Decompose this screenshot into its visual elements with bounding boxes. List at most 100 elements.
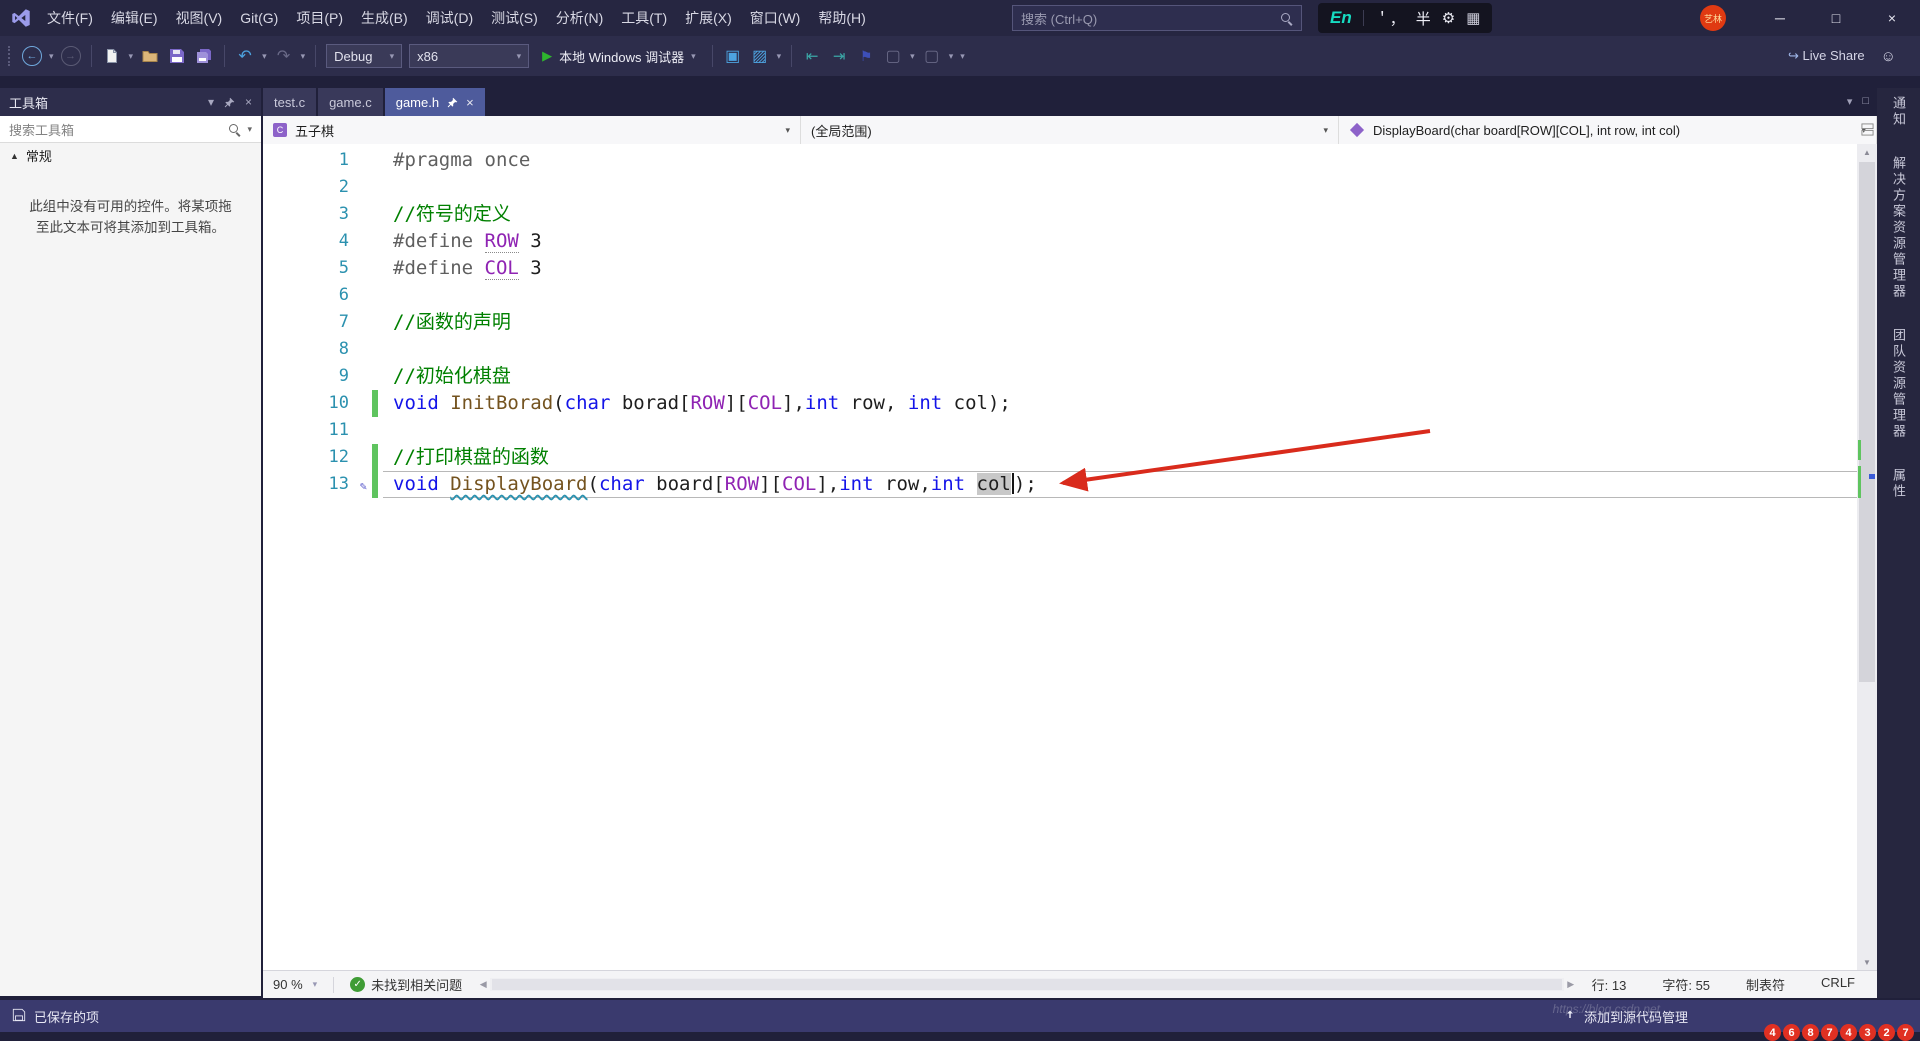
code-text[interactable]: void DisplayBoard(char board[ROW][COL],i… bbox=[383, 471, 1857, 498]
live-share-button[interactable]: ↪ Live Share bbox=[1788, 48, 1865, 64]
menu-item-3[interactable]: 视图(V) bbox=[167, 0, 232, 36]
line-number[interactable]: 5 bbox=[263, 255, 367, 282]
chevron-down-icon[interactable]: ▾ bbox=[301, 51, 306, 62]
problems-status[interactable]: 未找到相关问题 bbox=[371, 975, 462, 994]
step-into-icon[interactable]: ▢ bbox=[922, 46, 942, 66]
code-text[interactable]: //打印棋盘的函数 bbox=[383, 444, 1857, 471]
code-line-4[interactable]: 4 #define ROW 3 bbox=[263, 228, 1857, 255]
user-avatar[interactable]: 艺林 bbox=[1700, 5, 1726, 31]
increase-indent-icon[interactable]: ⇥ bbox=[829, 46, 849, 66]
editor-tab-game.c[interactable]: game.c bbox=[318, 88, 383, 116]
code-line-9[interactable]: 9 //初始化棋盘 bbox=[263, 363, 1857, 390]
decrease-indent-icon[interactable]: ⇤ bbox=[802, 46, 822, 66]
chevron-down-icon[interactable]: ▾ bbox=[262, 51, 267, 62]
line-number[interactable]: 8 bbox=[263, 336, 367, 363]
menu-item-4[interactable]: Git(G) bbox=[231, 0, 287, 36]
menu-item-9[interactable]: 分析(N) bbox=[547, 0, 612, 36]
pin-icon[interactable] bbox=[447, 97, 458, 108]
code-line-12[interactable]: 12 //打印棋盘的函数 bbox=[263, 444, 1857, 471]
tab-close-icon[interactable]: × bbox=[466, 95, 474, 110]
scroll-right-icon[interactable]: ▶ bbox=[1564, 979, 1578, 990]
line-number[interactable]: 3 bbox=[263, 201, 367, 228]
save-icon[interactable] bbox=[167, 46, 187, 66]
start-debugging-button[interactable]: ▶ 本地 Windows 调试器 ▾ bbox=[536, 47, 702, 66]
solution-configurations-combo[interactable]: Debug ▾ bbox=[326, 44, 403, 68]
ime-language-indicator[interactable]: En bbox=[1330, 8, 1352, 28]
toolbox-header[interactable]: 工具箱 ▾ × bbox=[0, 88, 261, 116]
code-line-7[interactable]: 7 //函数的声明 bbox=[263, 309, 1857, 336]
code-line-6[interactable]: 6 bbox=[263, 282, 1857, 309]
chevron-down-icon[interactable]: ▾ bbox=[910, 51, 915, 62]
line-number[interactable]: 10 bbox=[263, 390, 367, 417]
toolbar-overflow-chevron-icon[interactable]: ▾ bbox=[960, 51, 965, 62]
menu-item-11[interactable]: 扩展(X) bbox=[676, 0, 741, 36]
split-editor-icon[interactable] bbox=[1861, 123, 1874, 139]
toolbox-section-general[interactable]: ▲ 常规 bbox=[0, 143, 261, 168]
vertical-scrollbar[interactable]: ▲ ▼ bbox=[1857, 144, 1877, 970]
code-line-3[interactable]: 3 //符号的定义 bbox=[263, 201, 1857, 228]
chevron-down-icon[interactable]: ▾ bbox=[49, 51, 54, 62]
editor-tab-test.c[interactable]: test.c bbox=[263, 88, 317, 116]
code-line-10[interactable]: 10 void InitBorad(char borad[ROW][COL],in… bbox=[263, 390, 1857, 417]
column-indicator[interactable]: 字符: 55 bbox=[1662, 975, 1710, 994]
line-number[interactable]: 2 bbox=[263, 174, 367, 201]
zoom-level-combo[interactable]: 90 % ▾ bbox=[263, 971, 327, 998]
code-text[interactable]: //初始化棋盘 bbox=[383, 363, 1857, 390]
line-number[interactable]: 13 ✎ bbox=[263, 471, 367, 498]
new-file-icon[interactable] bbox=[102, 46, 122, 66]
ime-settings-icon[interactable]: ⚙ bbox=[1442, 9, 1455, 27]
bookmark-icon[interactable]: ⚑ bbox=[856, 46, 876, 66]
menu-item-12[interactable]: 窗口(W) bbox=[741, 0, 810, 36]
chevron-down-icon[interactable]: ▾ bbox=[1847, 95, 1853, 108]
step-over-icon[interactable]: ▢ bbox=[883, 46, 903, 66]
code-text[interactable] bbox=[383, 417, 1857, 444]
tabs-indicator[interactable]: 制表符 bbox=[1746, 975, 1785, 994]
chevron-down-icon[interactable]: ▾ bbox=[247, 124, 252, 135]
ime-halfwidth-indicator[interactable]: 半 bbox=[1416, 8, 1431, 29]
chevron-down-icon[interactable]: ▾ bbox=[129, 51, 134, 62]
code-text[interactable] bbox=[383, 174, 1857, 201]
rail-tab-4[interactable]: 属性 bbox=[1889, 468, 1908, 500]
horizontal-scrollbar[interactable]: ◀ ▶ bbox=[476, 977, 1577, 992]
line-number[interactable]: 4 bbox=[263, 228, 367, 255]
code-editor[interactable]: 1 #pragma once 2 3//符号的定义 4 #define ROW 3 5 #de… bbox=[263, 144, 1857, 970]
code-line-11[interactable]: 11 bbox=[263, 417, 1857, 444]
toolbox-search-input[interactable]: 搜索工具箱 ▾ bbox=[0, 116, 261, 143]
line-indicator[interactable]: 行: 13 bbox=[1592, 975, 1627, 994]
close-button[interactable]: × bbox=[1864, 0, 1920, 36]
close-icon[interactable]: × bbox=[245, 95, 252, 109]
scrollbar-track[interactable] bbox=[490, 978, 1564, 991]
open-file-icon[interactable] bbox=[140, 46, 160, 66]
chevron-down-icon[interactable]: ▾ bbox=[949, 51, 954, 62]
toolbar-grip[interactable] bbox=[8, 46, 13, 66]
scrollbar-thumb[interactable] bbox=[492, 979, 1562, 990]
scope-dropdown[interactable]: (全局范围) ▾ bbox=[801, 116, 1339, 144]
menu-item-6[interactable]: 生成(B) bbox=[352, 0, 417, 36]
code-text[interactable]: #define ROW 3 bbox=[383, 228, 1857, 255]
line-number[interactable]: 11 bbox=[263, 417, 367, 444]
code-text[interactable]: //函数的声明 bbox=[383, 309, 1857, 336]
code-line-8[interactable]: 8 bbox=[263, 336, 1857, 363]
menu-item-7[interactable]: 调试(D) bbox=[417, 0, 482, 36]
line-number[interactable]: 12 bbox=[263, 444, 367, 471]
pin-icon[interactable] bbox=[224, 97, 235, 108]
line-number[interactable]: 7 bbox=[263, 309, 367, 336]
code-line-13[interactable]: 13 ✎ void DisplayBoard(char board[ROW][COL… bbox=[263, 471, 1857, 498]
code-text[interactable]: #define COL 3 bbox=[383, 255, 1857, 282]
code-line-5[interactable]: 5 #define COL 3 bbox=[263, 255, 1857, 282]
ime-punctuation-icon[interactable]: ＇， bbox=[1375, 8, 1405, 29]
save-all-icon[interactable] bbox=[194, 46, 214, 66]
ime-toolbar[interactable]: En ＇， 半 ⚙ ▦ bbox=[1318, 3, 1493, 33]
rail-tab-1[interactable]: 通知 bbox=[1889, 96, 1908, 128]
project-dropdown[interactable]: C 五子棋 ▾ bbox=[263, 116, 801, 144]
maximize-button[interactable]: □ bbox=[1808, 0, 1864, 36]
menu-item-1[interactable]: 文件(F) bbox=[38, 0, 102, 36]
editor-tab-game.h[interactable]: game.h × bbox=[384, 88, 485, 116]
code-line-1[interactable]: 1 #pragma once bbox=[263, 147, 1857, 174]
rail-tab-3[interactable]: 团队资源管理器 bbox=[1889, 328, 1908, 440]
quick-launch-search[interactable]: 搜索 (Ctrl+Q) bbox=[1012, 5, 1302, 31]
scroll-left-icon[interactable]: ◀ bbox=[476, 979, 490, 990]
navigate-back-icon[interactable]: ← bbox=[22, 46, 42, 66]
feedback-icon[interactable]: ☺ bbox=[1881, 48, 1896, 65]
diagnostics-icon[interactable]: ▨ bbox=[750, 46, 770, 66]
